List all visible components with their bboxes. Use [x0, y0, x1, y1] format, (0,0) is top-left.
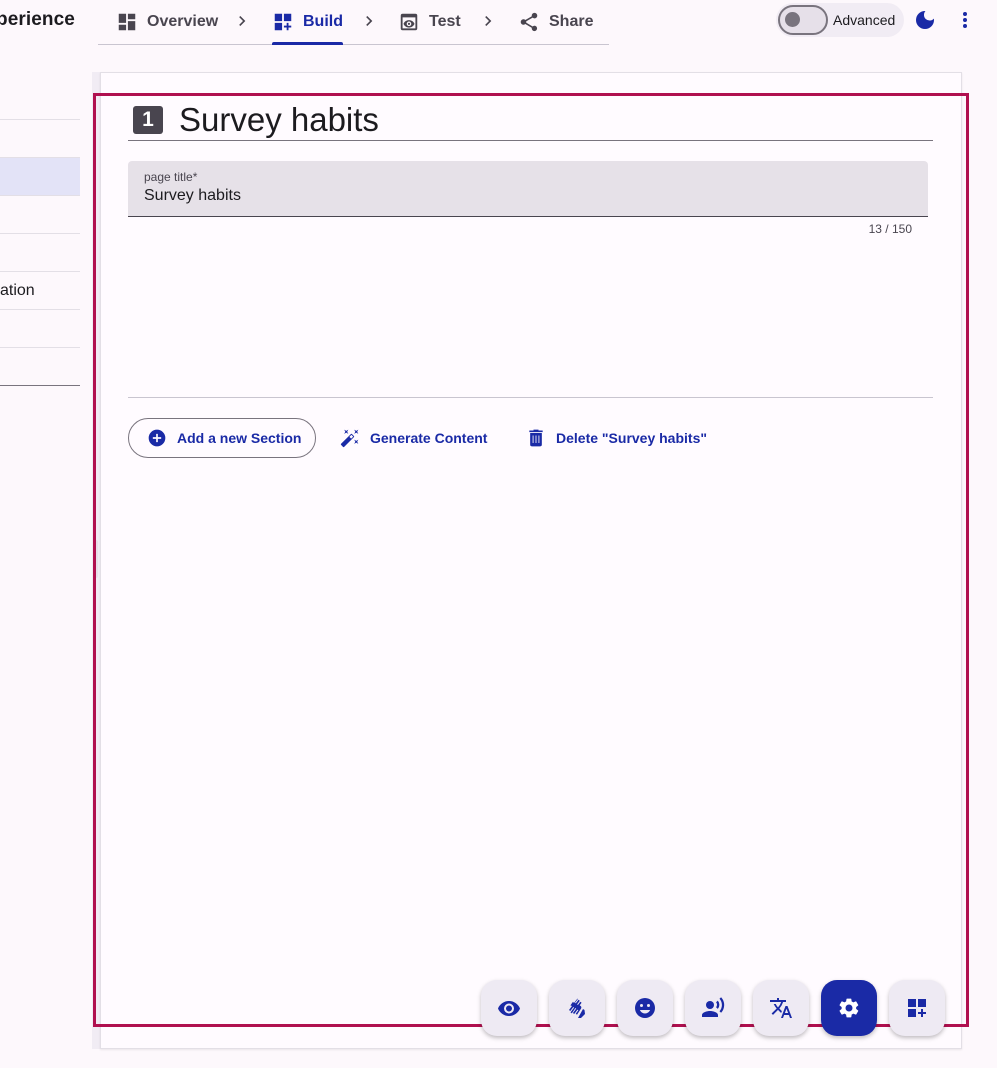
step-share[interactable]: Share	[518, 0, 593, 44]
translate-icon	[770, 998, 792, 1018]
splitter-handle[interactable]	[94, 540, 98, 578]
dark-mode-moon-icon[interactable]	[913, 8, 937, 32]
button-label: Delete "Survey habits"	[556, 430, 707, 446]
add-block-fab[interactable]	[889, 980, 945, 1036]
generate-content-button[interactable]: Generate Content	[340, 418, 487, 458]
settings-gear-icon	[839, 998, 859, 1018]
sign-language-fab[interactable]	[549, 980, 605, 1036]
page-editor-panel	[100, 72, 962, 1049]
settings-fab[interactable]	[821, 980, 877, 1036]
field-label: page title*	[144, 170, 198, 184]
translate-fab[interactable]	[753, 980, 809, 1036]
list-item[interactable]	[0, 348, 80, 386]
page-title: Survey habits	[179, 101, 379, 138]
page-title-field[interactable]: page title*	[128, 161, 928, 217]
emoji-smile-icon	[635, 998, 655, 1018]
top-bar: perience Overview Build Test Share Advan…	[0, 0, 997, 50]
preview-eye-icon	[400, 13, 418, 31]
list-item[interactable]: ation	[0, 272, 80, 310]
step-label: Test	[429, 13, 461, 30]
add-section-button[interactable]: Add a new Section	[128, 418, 316, 458]
dashboard-icon	[118, 13, 136, 31]
workflow-steps: Overview Build Test Share	[98, 0, 609, 45]
step-label: Share	[549, 13, 594, 30]
step-label: Overview	[147, 13, 219, 30]
advanced-label: Advanced	[833, 12, 896, 28]
step-overview[interactable]: Overview	[116, 0, 218, 44]
chevron-right-icon	[366, 16, 373, 26]
more-vert-icon[interactable]	[953, 8, 977, 32]
section-divider	[128, 397, 933, 398]
add-circle-icon	[148, 429, 166, 447]
delete-page-button[interactable]: Delete "Survey habits"	[526, 418, 707, 458]
magic-wand-icon	[340, 429, 359, 448]
step-label: Build	[303, 13, 343, 30]
button-label: Generate Content	[370, 430, 488, 446]
page-heading: 1 Survey habits	[128, 100, 933, 141]
app-title: perience	[0, 9, 75, 30]
page-number-badge: 1	[133, 106, 163, 134]
list-item-selected[interactable]	[0, 158, 80, 196]
list-item[interactable]	[0, 310, 80, 348]
page-title-input[interactable]	[144, 187, 904, 205]
list-item[interactable]	[0, 196, 80, 234]
delete-trash-icon	[529, 429, 543, 447]
preview-fab[interactable]	[481, 980, 537, 1036]
emoji-fab[interactable]	[617, 980, 673, 1036]
list-item[interactable]	[0, 234, 80, 272]
character-counter: 13 / 150	[868, 222, 912, 236]
button-label: Add a new Section	[177, 430, 302, 446]
page-list: ation	[0, 82, 80, 386]
sign-language-icon	[569, 998, 585, 1018]
share-icon	[520, 12, 538, 32]
step-build[interactable]: Build	[272, 0, 343, 45]
step-test[interactable]: Test	[398, 0, 461, 44]
list-item[interactable]	[0, 82, 80, 120]
advanced-toggle[interactable]: Advanced	[776, 3, 905, 37]
voice-fab[interactable]	[685, 980, 741, 1036]
chevron-right-icon	[239, 16, 246, 26]
dashboard-add-icon	[908, 999, 926, 1017]
dashboard-add-icon	[274, 13, 292, 31]
toggle-switch[interactable]	[778, 5, 828, 35]
record-voice-icon	[702, 997, 725, 1017]
chevron-right-icon	[485, 16, 492, 26]
list-item[interactable]	[0, 120, 80, 158]
visibility-eye-icon	[498, 1001, 520, 1016]
